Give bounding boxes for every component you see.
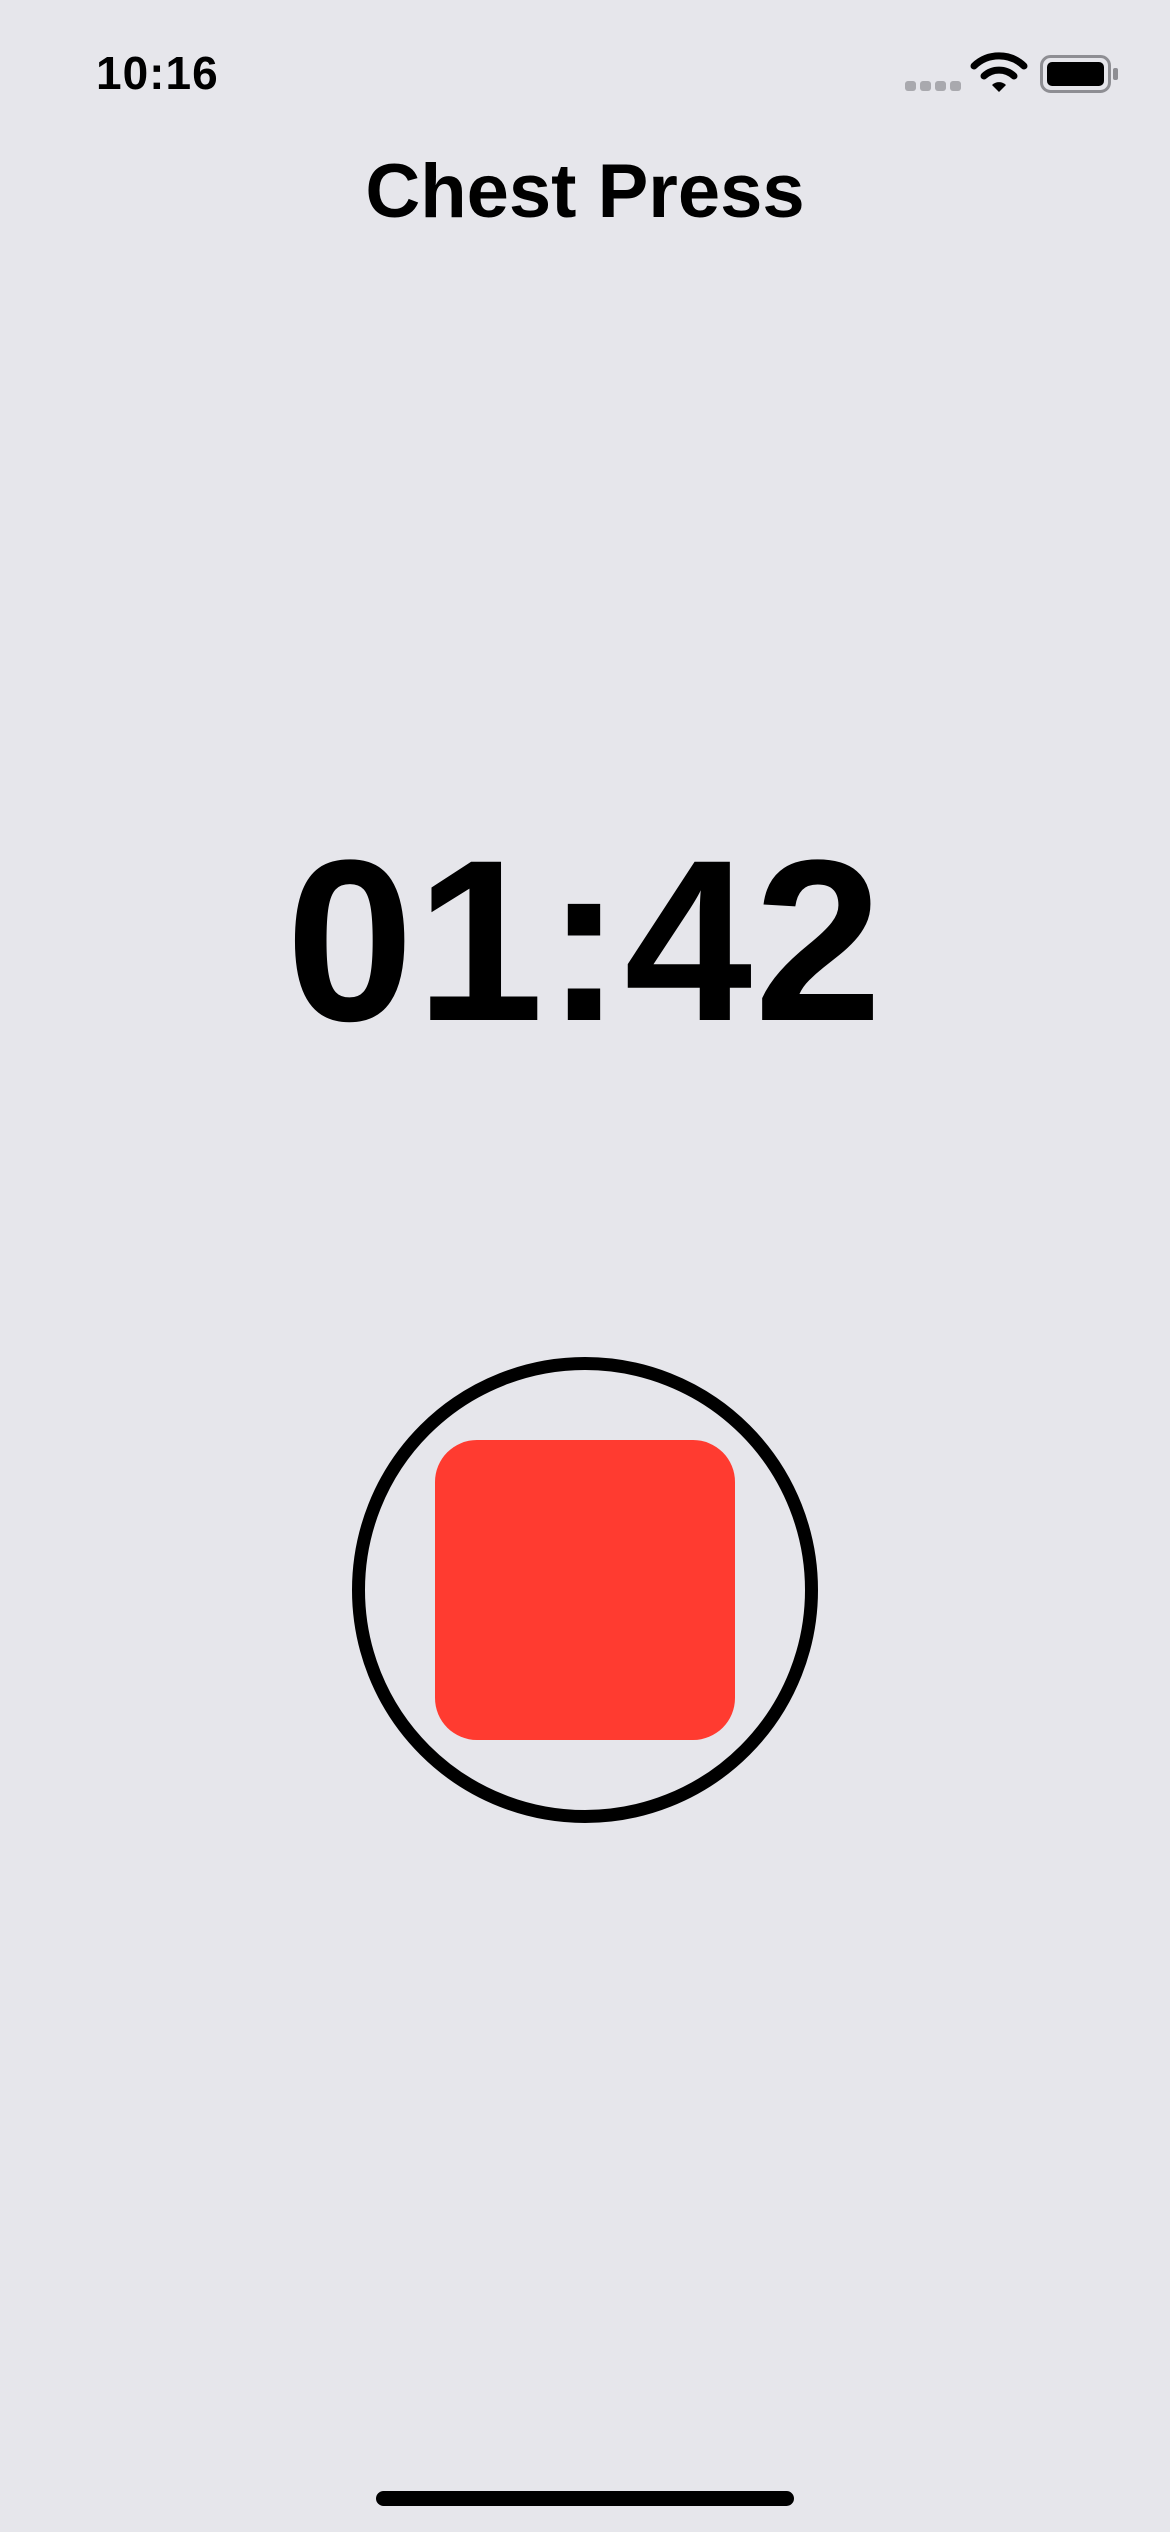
- status-time: 10:16: [96, 47, 219, 99]
- stop-button[interactable]: [352, 1357, 818, 1823]
- stop-icon: [435, 1440, 735, 1740]
- battery-icon: [1040, 55, 1118, 93]
- signal-dots-icon: [905, 81, 961, 93]
- wifi-icon: [970, 52, 1028, 92]
- timer-display: 01:42: [285, 812, 885, 1069]
- page-title: Chest Press: [365, 149, 805, 234]
- home-indicator[interactable]: [376, 2491, 794, 2506]
